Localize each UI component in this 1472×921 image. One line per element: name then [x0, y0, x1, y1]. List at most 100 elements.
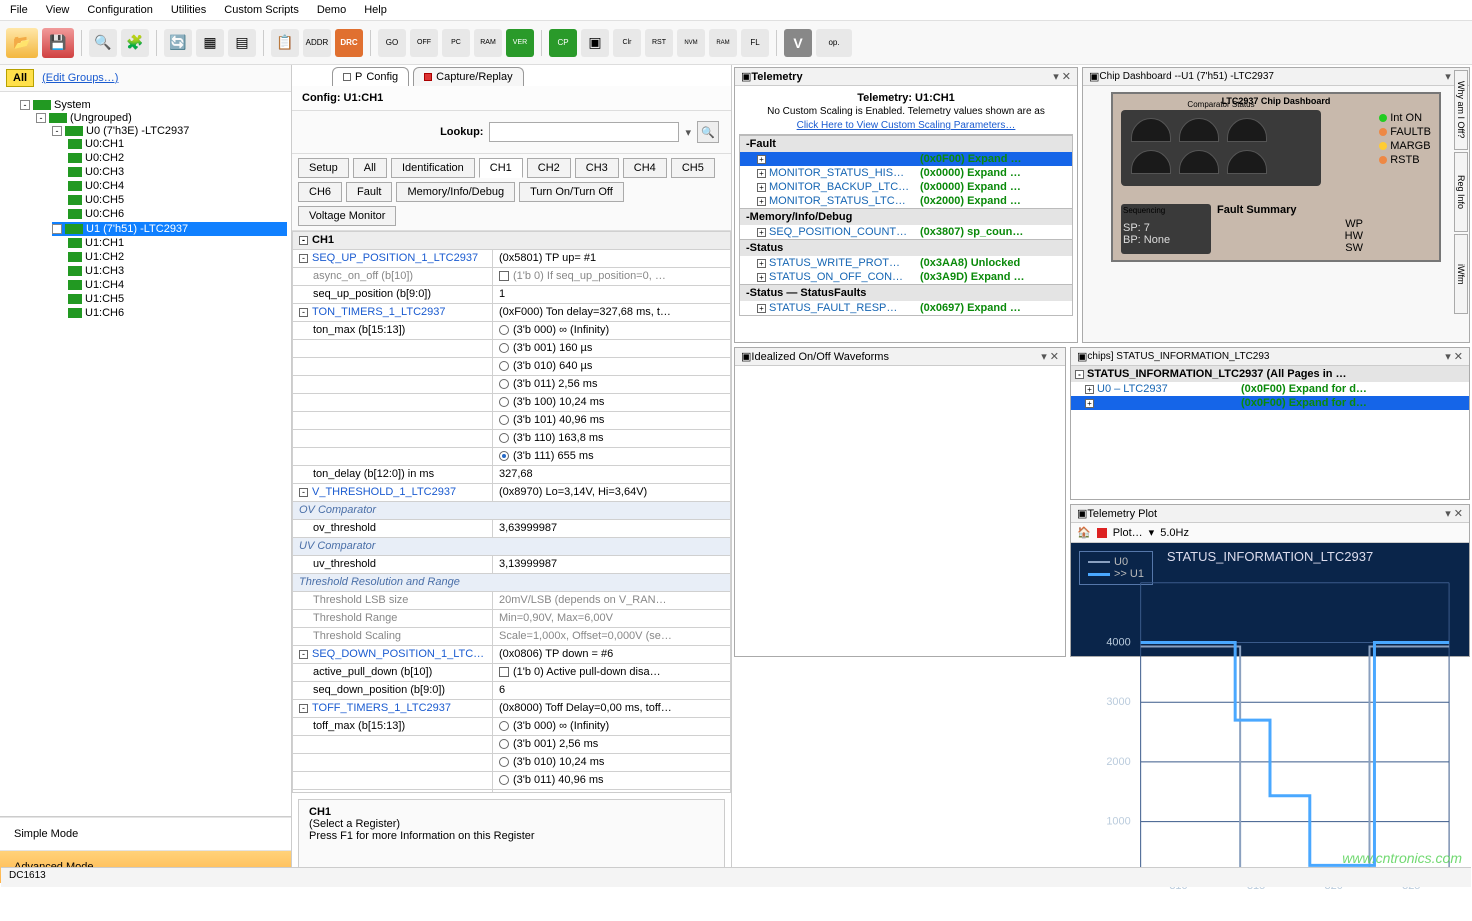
menubar: File View Configuration Utilities Custom…: [0, 0, 1472, 21]
chip-button[interactable]: ▦: [196, 29, 224, 57]
ram-nvm-button[interactable]: NVM: [677, 29, 705, 57]
offline-button[interactable]: OFF: [410, 29, 438, 57]
save-button[interactable]: 💾: [42, 28, 74, 58]
subtab[interactable]: CH3: [575, 158, 619, 178]
subtab[interactable]: Memory/Info/Debug: [396, 182, 515, 202]
fl-button[interactable]: FL: [741, 29, 769, 57]
record-icon[interactable]: [1097, 528, 1107, 538]
menu-file[interactable]: File: [10, 4, 28, 16]
subtab[interactable]: CH1: [479, 158, 523, 178]
telemetry-panel: ▣Telemetry▾ ✕ Telemetry: U1:CH1 No Custo…: [734, 67, 1078, 343]
chip-dashboard[interactable]: LTC2937 Chip Dashboard Comparator Status…: [1111, 92, 1441, 262]
tree-item[interactable]: U1:CH5: [68, 292, 287, 306]
tool-button[interactable]: ▤: [228, 29, 256, 57]
plot-area[interactable]: STATUS_INFORMATION_LTC2937 U0 >> U1: [1071, 543, 1469, 656]
telemetry-plot-panel: ▣Telemetry Plot▾ ✕ 🏠 Plot… ▾5.0Hz STATUS…: [1070, 504, 1470, 657]
dashboard-panel: ▣Chip Dashboard --U1 (7'h51) -LTC2937▾ ✕…: [1082, 67, 1470, 343]
tree-item[interactable]: U0:CH3: [68, 165, 287, 179]
chip-row[interactable]: +(0x0F00) Expand for d…: [1071, 396, 1469, 410]
tree-item[interactable]: U0:CH6: [68, 207, 287, 221]
side-tab-why-off[interactable]: Why am I Off?: [1454, 70, 1468, 150]
lookup-label: Lookup:: [440, 126, 483, 138]
pcram2-button[interactable]: RAM: [474, 29, 502, 57]
open-button[interactable]: 📂: [6, 28, 38, 58]
addr-button[interactable]: ADDR: [303, 29, 331, 57]
plot-menu[interactable]: Plot…: [1113, 527, 1143, 539]
subtab[interactable]: CH2: [527, 158, 571, 178]
tab-capture[interactable]: Capture/Replay: [413, 67, 523, 86]
subtab[interactable]: Fault: [346, 182, 392, 202]
svg-text:3000: 3000: [1106, 696, 1130, 708]
subtab[interactable]: CH6: [298, 182, 342, 202]
lookup-search-button[interactable]: 🔍: [697, 121, 719, 143]
reset-button[interactable]: RST: [645, 29, 673, 57]
menu-utilities[interactable]: Utilities: [171, 4, 206, 16]
telemetry-row[interactable]: +STATUS_FAULT_RESP…(0x0697) Expand …: [740, 301, 1072, 315]
tree-item[interactable]: U0:CH5: [68, 193, 287, 207]
chips-panel: ▣chips] STATUS_INFORMATION_LTC293▾ ✕ -ST…: [1070, 347, 1470, 500]
tree-u1[interactable]: -U1 (7'h51) -LTC2937: [52, 222, 287, 236]
telemetry-row[interactable]: +STATUS_WRITE_PROT…(0x3AA8) Unlocked: [740, 256, 1072, 270]
x-button[interactable]: ▣: [581, 29, 609, 57]
telemetry-title: Telemetry: U1:CH1: [857, 92, 955, 104]
v-button[interactable]: V: [784, 29, 812, 57]
verify-button[interactable]: VER: [506, 29, 534, 57]
tree-item[interactable]: U1:CH2: [68, 250, 287, 264]
menu-demo[interactable]: Demo: [317, 4, 346, 16]
tree-item[interactable]: U1:CH6: [68, 306, 287, 320]
side-tab-iwfm[interactable]: iWfm: [1454, 234, 1468, 314]
refresh-button[interactable]: 🔄: [164, 29, 192, 57]
home-icon[interactable]: 🏠: [1077, 526, 1091, 539]
copy-button[interactable]: 📋: [271, 29, 299, 57]
telemetry-row[interactable]: +SEQ_POSITION_COUNT…(0x3807) sp_coun…: [740, 225, 1072, 239]
go-button[interactable]: GO: [378, 29, 406, 57]
zoom-button[interactable]: 🔍: [89, 29, 117, 57]
menu-help[interactable]: Help: [364, 4, 387, 16]
svg-text:1000: 1000: [1106, 816, 1130, 828]
subtab[interactable]: All: [353, 158, 387, 178]
drc-button[interactable]: DRC: [335, 29, 363, 57]
side-tab-reg-info[interactable]: Reg Info: [1454, 152, 1468, 232]
all-filter[interactable]: All: [6, 69, 34, 87]
pcram1-button[interactable]: PC: [442, 29, 470, 57]
tree-item[interactable]: U1:CH4: [68, 278, 287, 292]
panel-controls[interactable]: ▾ ✕: [1053, 70, 1071, 83]
chip-row[interactable]: +U0 – LTC2937(0x0F00) Expand for d…: [1071, 382, 1469, 396]
puzzle-button[interactable]: 🧩: [121, 29, 149, 57]
subtab[interactable]: Setup: [298, 158, 349, 178]
telemetry-row[interactable]: +STATUS_ON_OFF_CON…(0x3A9D) Expand …: [740, 270, 1072, 284]
telemetry-row[interactable]: +MONITOR_STATUS_LTC…(0x2000) Expand …: [740, 194, 1072, 208]
cp-button[interactable]: CP: [549, 29, 577, 57]
device-tree[interactable]: -System -(Ungrouped) -U0 (7'h3E) -LTC293…: [0, 92, 291, 816]
svg-text:4000: 4000: [1106, 636, 1130, 648]
register-info: CH1 (Select a Register) Press F1 for mor…: [298, 799, 725, 877]
tab-config[interactable]: PConfig: [332, 67, 409, 86]
subtab[interactable]: Identification: [391, 158, 475, 178]
clr-button[interactable]: Clr: [613, 29, 641, 57]
tree-item[interactable]: U1:CH3: [68, 264, 287, 278]
telemetry-row[interactable]: +MONITOR_STATUS_HIS…(0x0000) Expand …: [740, 166, 1072, 180]
menu-config[interactable]: Configuration: [87, 4, 152, 16]
nvm-ram-button[interactable]: RAM: [709, 29, 737, 57]
idealized-waveforms-panel: ▣Idealized On/Off Waveforms▾ ✕: [734, 347, 1066, 657]
svg-text:2000: 2000: [1106, 756, 1130, 768]
tree-item[interactable]: U0:CH4: [68, 179, 287, 193]
tree-item[interactable]: U0:CH1: [68, 137, 287, 151]
scaling-link[interactable]: Click Here to View Custom Scaling Parame…: [797, 120, 1016, 131]
subtab[interactable]: Turn On/Turn Off: [519, 182, 624, 202]
menu-view[interactable]: View: [46, 4, 70, 16]
register-grid[interactable]: -CH1-SEQ_UP_POSITION_1_LTC2937(0x5801) T…: [292, 231, 731, 793]
subtab[interactable]: CH5: [671, 158, 715, 178]
tree-item[interactable]: U1:CH1: [68, 236, 287, 250]
telemetry-row[interactable]: +(0x0F00) Expand …: [740, 152, 1072, 166]
tree-u0[interactable]: -U0 (7'h3E) -LTC2937 U0:CH1U0:CH2U0:CH3U…: [52, 124, 287, 222]
subtab[interactable]: CH4: [623, 158, 667, 178]
telemetry-row[interactable]: +MONITOR_BACKUP_LTC…(0x0000) Expand …: [740, 180, 1072, 194]
subtab[interactable]: Voltage Monitor: [298, 206, 396, 226]
lookup-input[interactable]: [489, 122, 679, 142]
simple-mode-button[interactable]: Simple Mode: [0, 817, 291, 850]
tree-item[interactable]: U0:CH2: [68, 151, 287, 165]
group-op-button[interactable]: op.: [816, 29, 852, 57]
edit-groups-link[interactable]: (Edit Groups…): [42, 72, 118, 84]
menu-scripts[interactable]: Custom Scripts: [224, 4, 299, 16]
